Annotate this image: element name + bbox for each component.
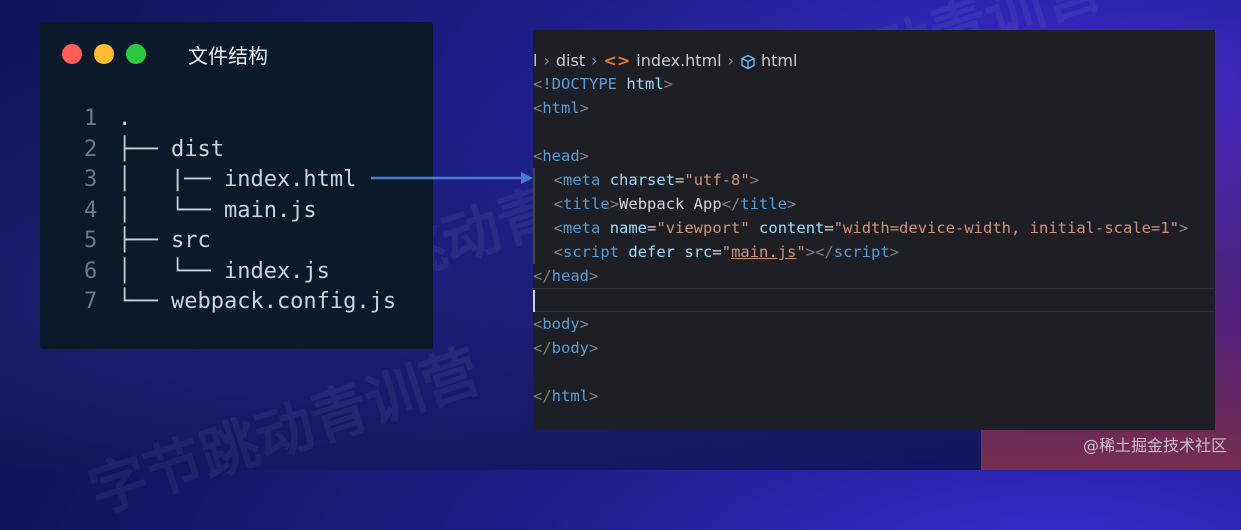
code-line: <meta name="viewport" content="width=dev… — [533, 216, 1215, 240]
window-controls — [62, 44, 146, 64]
tree-text: │ └── main.js — [118, 197, 317, 223]
code-line: <html> — [533, 99, 590, 117]
chevron-right-icon: › — [727, 51, 735, 70]
code-line: <title>Webpack App</title> — [533, 192, 1215, 216]
tree-text: ├── dist — [118, 136, 224, 162]
code-line: </body> — [533, 339, 599, 357]
tree-text: │ └── index.js — [118, 258, 330, 284]
line-number: 6 — [84, 258, 98, 284]
file-tree: 1. 2 ├── dist 3 │ |── index.html 4 │ └── ma… — [84, 104, 396, 318]
line-number: 4 — [84, 197, 98, 223]
code-line: <!DOCTYPE html> — [533, 75, 674, 93]
text-cursor — [533, 290, 535, 312]
tree-line: 3 │ |── index.html — [84, 165, 396, 196]
tree-line: 7 └── webpack.config.js — [84, 287, 396, 318]
current-line[interactable] — [533, 288, 1215, 312]
arrow-icon — [371, 172, 533, 184]
breadcrumb-folder[interactable]: dist — [556, 51, 585, 70]
chevron-right-icon: › — [591, 51, 598, 70]
breadcrumb: l › dist › <> index.html › html — [533, 30, 1215, 72]
line-number: 2 — [84, 136, 98, 162]
code-line: <head> — [533, 147, 590, 165]
chevron-right-icon: › — [543, 51, 550, 70]
tree-text: . — [118, 106, 132, 131]
line-number: 5 — [84, 228, 98, 253]
tree-line: 2 ├── dist — [84, 135, 396, 166]
tree-line: 4 │ └── main.js — [84, 196, 396, 227]
tree-text: │ |── index.html — [118, 167, 357, 192]
breadcrumb-root[interactable]: l — [533, 51, 537, 70]
line-number: 1 — [84, 106, 98, 131]
line-number: 7 — [84, 289, 98, 314]
code-line: <script defer src="main.js"></script> — [533, 240, 1215, 264]
terminal-title: 文件结构 — [188, 44, 268, 68]
code-line: <meta charset="utf-8"> — [533, 168, 1215, 192]
tree-line: 6 │ └── index.js — [84, 257, 396, 288]
symbol-cube-icon — [741, 54, 755, 70]
breadcrumb-symbol[interactable]: html — [761, 51, 797, 70]
tree-text: └── webpack.config.js — [118, 289, 397, 314]
maximize-window-button[interactable] — [126, 44, 146, 64]
credit-watermark: @稀土掘金技术社区 — [1082, 436, 1227, 455]
code-line: <body> — [533, 315, 590, 333]
breadcrumb-file[interactable]: index.html — [636, 51, 721, 70]
tree-line: 1. — [84, 104, 396, 135]
line-number: 3 — [84, 167, 98, 192]
code-line: </html> — [533, 387, 599, 405]
minimize-window-button[interactable] — [94, 44, 114, 64]
html-file-icon: <> — [603, 51, 631, 70]
code-editor[interactable]: l › dist › <> index.html › html <!DOCTYP… — [533, 30, 1215, 430]
close-window-button[interactable] — [62, 44, 82, 64]
src-link[interactable]: main.js — [731, 243, 796, 261]
tree-line: 5 ├── src — [84, 226, 396, 257]
tree-text: ├── src — [118, 228, 211, 253]
code-area[interactable]: <!DOCTYPE html> <html> <head> <meta char… — [533, 72, 1215, 408]
code-line: </head> — [533, 267, 599, 285]
